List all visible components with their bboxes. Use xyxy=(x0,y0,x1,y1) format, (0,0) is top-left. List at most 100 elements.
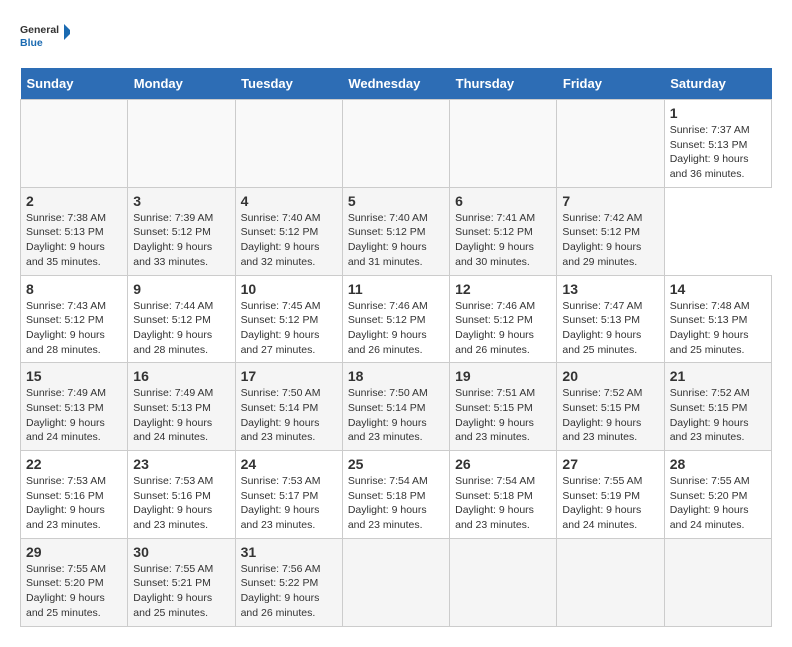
day-number: 15 xyxy=(26,368,122,384)
empty-cell xyxy=(235,100,342,188)
logo: General Blue xyxy=(20,20,70,52)
day-number: 5 xyxy=(348,193,444,209)
day-number: 12 xyxy=(455,281,551,297)
day-number: 4 xyxy=(241,193,337,209)
day-info: Sunrise: 7:53 AMSunset: 5:16 PMDaylight:… xyxy=(26,474,122,533)
day-info: Sunrise: 7:37 AMSunset: 5:13 PMDaylight:… xyxy=(670,123,766,182)
day-info: Sunrise: 7:46 AMSunset: 5:12 PMDaylight:… xyxy=(455,299,551,358)
day-number: 23 xyxy=(133,456,229,472)
day-number: 25 xyxy=(348,456,444,472)
day-info: Sunrise: 7:49 AMSunset: 5:13 PMDaylight:… xyxy=(133,386,229,445)
day-cell-24: 24 Sunrise: 7:53 AMSunset: 5:17 PMDayligh… xyxy=(235,451,342,539)
day-info: Sunrise: 7:40 AMSunset: 5:12 PMDaylight:… xyxy=(348,211,444,270)
day-number: 14 xyxy=(670,281,766,297)
day-number: 11 xyxy=(348,281,444,297)
day-number: 9 xyxy=(133,281,229,297)
day-number: 17 xyxy=(241,368,337,384)
day-info: Sunrise: 7:41 AMSunset: 5:12 PMDaylight:… xyxy=(455,211,551,270)
day-cell-16: 16 Sunrise: 7:49 AMSunset: 5:13 PMDayligh… xyxy=(128,363,235,451)
day-info: Sunrise: 7:55 AMSunset: 5:19 PMDaylight:… xyxy=(562,474,658,533)
col-header-friday: Friday xyxy=(557,68,664,100)
day-info: Sunrise: 7:52 AMSunset: 5:15 PMDaylight:… xyxy=(670,386,766,445)
svg-text:Blue: Blue xyxy=(20,37,43,49)
day-info: Sunrise: 7:48 AMSunset: 5:13 PMDaylight:… xyxy=(670,299,766,358)
day-cell-17: 17 Sunrise: 7:50 AMSunset: 5:14 PMDayligh… xyxy=(235,363,342,451)
day-cell-4: 4Sunrise: 7:40 AMSunset: 5:12 PMDaylight… xyxy=(235,187,342,275)
empty-cell xyxy=(450,538,557,626)
day-number: 24 xyxy=(241,456,337,472)
day-number: 29 xyxy=(26,544,122,560)
empty-cell xyxy=(128,100,235,188)
day-cell-19: 19 Sunrise: 7:51 AMSunset: 5:15 PMDayligh… xyxy=(450,363,557,451)
day-cell-3: 3 Sunrise: 7:39 AMSunset: 5:12 PMDaylight… xyxy=(128,187,235,275)
day-cell-25: 25 Sunrise: 7:54 AMSunset: 5:18 PMDayligh… xyxy=(342,451,449,539)
day-cell-10: 10Sunrise: 7:45 AMSunset: 5:12 PMDayligh… xyxy=(235,275,342,363)
day-cell-28: 28 Sunrise: 7:55 AMSunset: 5:20 PMDayligh… xyxy=(664,451,771,539)
day-info: Sunrise: 7:51 AMSunset: 5:15 PMDaylight:… xyxy=(455,386,551,445)
day-info: Sunrise: 7:50 AMSunset: 5:14 PMDaylight:… xyxy=(241,386,337,445)
empty-cell xyxy=(450,100,557,188)
day-number: 3 xyxy=(133,193,229,209)
day-info: Sunrise: 7:49 AMSunset: 5:13 PMDaylight:… xyxy=(26,386,122,445)
page-header: General Blue xyxy=(20,20,772,52)
day-cell-11: 11 Sunrise: 7:46 AMSunset: 5:12 PMDayligh… xyxy=(342,275,449,363)
col-header-tuesday: Tuesday xyxy=(235,68,342,100)
day-cell-30: 30Sunrise: 7:55 AMSunset: 5:21 PMDayligh… xyxy=(128,538,235,626)
day-cell-21: 21 Sunrise: 7:52 AMSunset: 5:15 PMDayligh… xyxy=(664,363,771,451)
day-cell-27: 27 Sunrise: 7:55 AMSunset: 5:19 PMDayligh… xyxy=(557,451,664,539)
day-number: 2 xyxy=(26,193,122,209)
day-cell-15: 15 Sunrise: 7:49 AMSunset: 5:13 PMDayligh… xyxy=(21,363,128,451)
day-info: Sunrise: 7:53 AMSunset: 5:17 PMDaylight:… xyxy=(241,474,337,533)
day-info: Sunrise: 7:54 AMSunset: 5:18 PMDaylight:… xyxy=(348,474,444,533)
day-number: 19 xyxy=(455,368,551,384)
col-header-wednesday: Wednesday xyxy=(342,68,449,100)
day-info: Sunrise: 7:38 AMSunset: 5:13 PMDaylight:… xyxy=(26,211,122,270)
day-info: Sunrise: 7:46 AMSunset: 5:12 PMDaylight:… xyxy=(348,299,444,358)
empty-cell xyxy=(664,538,771,626)
day-number: 27 xyxy=(562,456,658,472)
day-info: Sunrise: 7:45 AMSunset: 5:12 PMDaylight:… xyxy=(241,299,337,358)
day-info: Sunrise: 7:52 AMSunset: 5:15 PMDaylight:… xyxy=(562,386,658,445)
day-cell-23: 23 Sunrise: 7:53 AMSunset: 5:16 PMDayligh… xyxy=(128,451,235,539)
day-number: 21 xyxy=(670,368,766,384)
empty-cell xyxy=(21,100,128,188)
svg-text:General: General xyxy=(20,24,59,36)
day-info: Sunrise: 7:50 AMSunset: 5:14 PMDaylight:… xyxy=(348,386,444,445)
logo-svg: General Blue xyxy=(20,20,70,52)
day-cell-12: 12 Sunrise: 7:46 AMSunset: 5:12 PMDayligh… xyxy=(450,275,557,363)
day-cell-9: 9 Sunrise: 7:44 AMSunset: 5:12 PMDaylight… xyxy=(128,275,235,363)
day-info: Sunrise: 7:42 AMSunset: 5:12 PMDaylight:… xyxy=(562,211,658,270)
day-cell-6: 6 Sunrise: 7:41 AMSunset: 5:12 PMDaylight… xyxy=(450,187,557,275)
day-info: Sunrise: 7:39 AMSunset: 5:12 PMDaylight:… xyxy=(133,211,229,270)
day-info: Sunrise: 7:47 AMSunset: 5:13 PMDaylight:… xyxy=(562,299,658,358)
day-info: Sunrise: 7:53 AMSunset: 5:16 PMDaylight:… xyxy=(133,474,229,533)
day-info: Sunrise: 7:43 AMSunset: 5:12 PMDaylight:… xyxy=(26,299,122,358)
day-cell-5: 5 Sunrise: 7:40 AMSunset: 5:12 PMDaylight… xyxy=(342,187,449,275)
calendar-table: SundayMondayTuesdayWednesdayThursdayFrid… xyxy=(20,68,772,627)
day-cell-14: 14 Sunrise: 7:48 AMSunset: 5:13 PMDayligh… xyxy=(664,275,771,363)
day-number: 6 xyxy=(455,193,551,209)
day-info: Sunrise: 7:54 AMSunset: 5:18 PMDaylight:… xyxy=(455,474,551,533)
day-number: 22 xyxy=(26,456,122,472)
empty-cell xyxy=(342,100,449,188)
day-info: Sunrise: 7:44 AMSunset: 5:12 PMDaylight:… xyxy=(133,299,229,358)
day-info: Sunrise: 7:55 AMSunset: 5:20 PMDaylight:… xyxy=(670,474,766,533)
day-cell-29: 29Sunrise: 7:55 AMSunset: 5:20 PMDayligh… xyxy=(21,538,128,626)
day-number: 16 xyxy=(133,368,229,384)
day-cell-18: 18 Sunrise: 7:50 AMSunset: 5:14 PMDayligh… xyxy=(342,363,449,451)
day-number: 28 xyxy=(670,456,766,472)
empty-cell xyxy=(557,538,664,626)
day-number: 31 xyxy=(241,544,337,560)
col-header-sunday: Sunday xyxy=(21,68,128,100)
day-cell-8: 8Sunrise: 7:43 AMSunset: 5:12 PMDaylight… xyxy=(21,275,128,363)
day-number: 18 xyxy=(348,368,444,384)
day-cell-1: 1 Sunrise: 7:37 AMSunset: 5:13 PMDaylight… xyxy=(664,100,771,188)
day-number: 26 xyxy=(455,456,551,472)
day-cell-20: 20 Sunrise: 7:52 AMSunset: 5:15 PMDayligh… xyxy=(557,363,664,451)
day-number: 30 xyxy=(133,544,229,560)
day-number: 20 xyxy=(562,368,658,384)
day-number: 13 xyxy=(562,281,658,297)
day-cell-2: 2 Sunrise: 7:38 AMSunset: 5:13 PMDaylight… xyxy=(21,187,128,275)
day-number: 1 xyxy=(670,105,766,121)
empty-cell xyxy=(342,538,449,626)
